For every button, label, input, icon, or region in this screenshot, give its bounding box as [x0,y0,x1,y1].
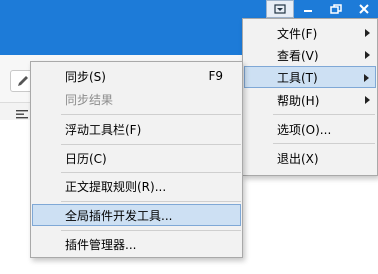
menu-item-label: 文件(F) [277,26,318,41]
restore-button[interactable] [322,0,350,18]
pencil-icon [18,76,28,86]
menu-separator [273,114,375,115]
menu-item-tools[interactable]: 工具(T) [244,66,376,88]
submenu-item-calendar[interactable]: 日历(C) [32,147,241,169]
menu-item-label: 插件管理器... [65,237,137,252]
menu-item-label: 日历(C) [65,151,107,166]
minimize-button[interactable] [294,0,322,18]
menu-item-label: 同步结果 [65,92,114,107]
menu-separator [61,144,241,145]
restore-icon [330,4,342,14]
main-menu: 文件(F) 查看(V) 工具(T) 帮助(H) 选项(O)... 退出(X) [242,18,378,176]
menu-item-label: 选项(O)... [277,122,332,137]
menu-item-file[interactable]: 文件(F) [244,22,376,44]
submenu-arrow-icon [365,96,370,104]
menu-separator [61,114,241,115]
menu-item-label: 退出(X) [277,151,319,166]
shortcut-label: F9 [208,69,223,83]
menu-item-exit[interactable]: 退出(X) [244,147,376,169]
menu-separator [61,230,241,231]
submenu-item-extraction-rules[interactable]: 正文提取规则(R)... [32,175,241,197]
menu-separator [61,172,241,173]
menu-toggle-button[interactable] [266,0,294,18]
close-button[interactable] [350,0,378,18]
submenu-arrow-icon [364,74,369,82]
submenu-item-plugin-dev-tools[interactable]: 全局插件开发工具... [32,204,241,226]
dropdown-icon [274,4,286,14]
menu-separator [273,143,375,144]
menu-item-label: 同步(S) [65,69,106,84]
minimize-icon [304,10,312,12]
close-icon [359,4,369,14]
menu-separator [61,201,241,202]
menu-item-label: 帮助(H) [277,93,320,108]
menu-item-label: 正文提取规则(R)... [65,179,167,194]
menu-item-label: 浮动工具栏(F) [65,122,142,137]
submenu-item-plugin-manager[interactable]: 插件管理器... [32,233,241,255]
submenu-arrow-icon [365,51,370,59]
window-controls [266,0,378,18]
menu-item-options[interactable]: 选项(O)... [244,118,376,140]
menu-item-label: 工具(T) [277,70,318,85]
menu-item-label: 全局插件开发工具... [65,208,173,223]
submenu-item-sync[interactable]: 同步(S) F9 [32,65,241,87]
submenu-arrow-icon [365,29,370,37]
submenu-item-sync-results: 同步结果 [32,88,241,110]
menu-item-help[interactable]: 帮助(H) [244,89,376,111]
tools-submenu: 同步(S) F9 同步结果 浮动工具栏(F) 日历(C) 正文提取规则(R)..… [30,61,243,258]
submenu-item-floating-toolbar[interactable]: 浮动工具栏(F) [32,118,241,140]
menu-item-view[interactable]: 查看(V) [244,44,376,66]
menu-item-label: 查看(V) [277,48,319,63]
